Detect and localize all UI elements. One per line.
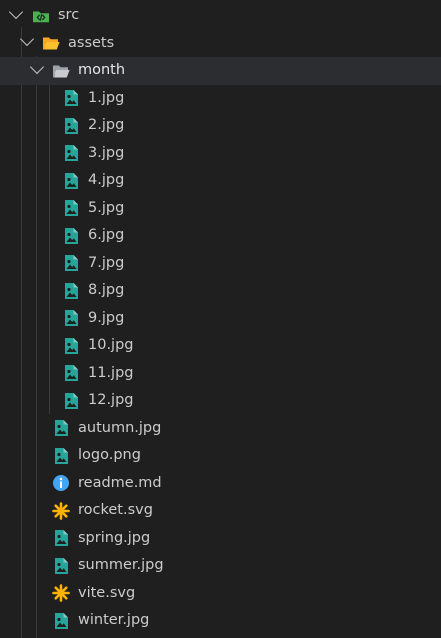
tree-item-label: summer.jpg — [78, 557, 164, 573]
tree-item-label: 8.jpg — [88, 282, 125, 298]
tree-item-label: autumn.jpg — [78, 419, 162, 436]
image-file-icon — [62, 117, 80, 135]
image-file-icon — [62, 144, 80, 162]
chevron-down-icon — [8, 4, 24, 19]
image-file-icon — [62, 337, 80, 355]
image-file-icon — [62, 227, 80, 245]
tree-item-label: 11.jpg — [88, 364, 134, 381]
tree-item-label: 7.jpg — [88, 254, 125, 271]
tree-item-src[interactable]: src — [0, 2, 441, 30]
tree-item-file[interactable]: 6.jpg — [0, 222, 441, 250]
tree-item-file[interactable]: vite.svg — [0, 580, 441, 608]
tree-item-label: vite.svg — [78, 584, 136, 601]
tree-item-label: winter.jpg — [78, 612, 150, 628]
tree-item-label: readme.md — [78, 474, 162, 491]
image-file-icon — [62, 199, 80, 217]
tree-item-file[interactable]: 12.jpg — [0, 387, 441, 415]
file-explorer-tree: src assets month 1.jpg 2.jpg 3.jpg 4.jpg 5.j… — [0, 0, 441, 638]
tree-item-file[interactable]: logo.png — [0, 442, 441, 470]
tree-item-file[interactable]: rocket.svg — [0, 497, 441, 525]
info-icon — [52, 474, 70, 492]
svg-asterisk-icon — [52, 501, 70, 520]
image-file-icon — [62, 392, 80, 410]
tree-item-label: 12.jpg — [88, 392, 134, 408]
folder-code-icon — [32, 7, 50, 25]
tree-item-label: 2.jpg — [88, 117, 125, 133]
tree-item-file[interactable]: 11.jpg — [0, 360, 441, 388]
image-file-icon — [62, 254, 80, 272]
folder-open-icon — [42, 34, 60, 52]
tree-item-file[interactable]: 3.jpg — [0, 140, 441, 168]
image-file-icon — [62, 89, 80, 107]
image-file-icon — [52, 557, 70, 575]
tree-item-label: 4.jpg — [88, 172, 125, 188]
image-file-icon — [62, 364, 80, 382]
chevron-down-icon — [19, 32, 35, 47]
tree-item-file[interactable]: 9.jpg — [0, 305, 441, 333]
tree-item-file[interactable]: 2.jpg — [0, 112, 441, 140]
tree-item-label: src — [58, 7, 80, 23]
image-file-icon — [62, 309, 80, 327]
tree-item-label: spring.jpg — [78, 529, 151, 546]
svg-asterisk-icon — [52, 584, 70, 603]
tree-item-file[interactable]: 4.jpg — [0, 167, 441, 195]
tree-item-label: assets — [68, 34, 115, 51]
image-file-icon — [52, 529, 70, 547]
tree-item-file[interactable]: 5.jpg — [0, 195, 441, 223]
tree-item-file[interactable]: summer.jpg — [0, 552, 441, 580]
tree-item-label: 6.jpg — [88, 227, 125, 243]
folder-open-icon — [52, 62, 70, 80]
image-file-icon — [62, 172, 80, 190]
chevron-down-icon — [29, 59, 45, 74]
tree-item-label: 5.jpg — [88, 199, 125, 216]
tree-item-file[interactable]: 1.jpg — [0, 85, 441, 113]
tree-item-label: 3.jpg — [88, 144, 125, 161]
image-file-icon — [52, 419, 70, 437]
image-file-icon — [62, 282, 80, 300]
tree-item-file[interactable]: spring.jpg — [0, 525, 441, 553]
tree-item-label: month — [78, 62, 126, 78]
tree-item-month[interactable]: month — [0, 57, 441, 85]
tree-item-label: 9.jpg — [88, 309, 125, 326]
image-file-icon — [52, 612, 70, 630]
tree-item-file[interactable]: winter.jpg — [0, 607, 441, 635]
tree-item-file[interactable]: 10.jpg — [0, 332, 441, 360]
tree-item-label: 10.jpg — [88, 337, 134, 353]
tree-item-assets[interactable]: assets — [0, 30, 441, 58]
tree-item-label: rocket.svg — [78, 502, 153, 518]
tree-item-file[interactable]: 7.jpg — [0, 250, 441, 278]
tree-item-file[interactable]: 8.jpg — [0, 277, 441, 305]
image-file-icon — [52, 447, 70, 465]
tree-item-file[interactable]: readme.md — [0, 470, 441, 498]
tree-item-label: 1.jpg — [88, 89, 125, 106]
tree-item-file[interactable]: autumn.jpg — [0, 415, 441, 443]
tree-item-label: logo.png — [78, 447, 141, 463]
